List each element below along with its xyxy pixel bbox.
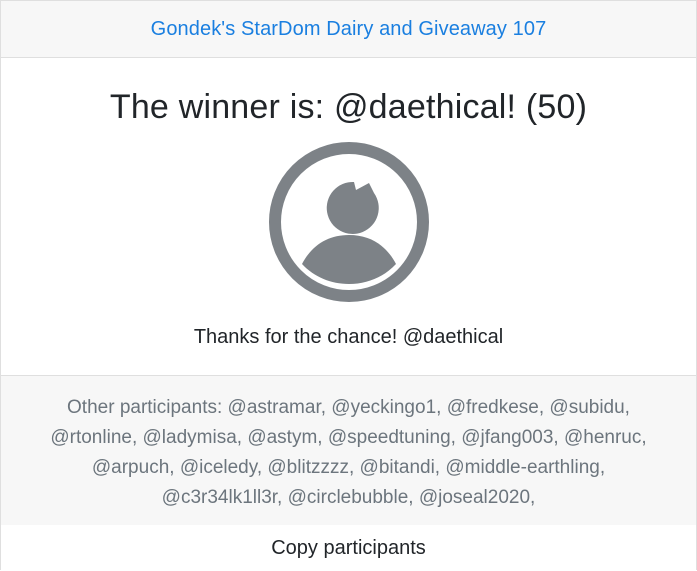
participants-section: Other participants: @astramar, @yeckingo… [1,376,696,525]
giveaway-title-link[interactable]: Gondek's StarDom Dairy and Giveaway 107 [151,18,547,41]
giveaway-card: Gondek's StarDom Dairy and Giveaway 107 … [1,1,696,571]
copy-participants-button[interactable]: Copy participants [261,533,436,564]
user-avatar-icon [268,141,430,303]
winner-comment: Thanks for the chance! @daethical [193,326,504,348]
winner-title: The winner is: @daethical! (50) [109,88,588,126]
participants-list: Other participants: @astramar, @yeckingo… [50,397,647,508]
copy-row: Copy participants [1,525,696,571]
winner-section: The winner is: @daethical! (50) Thanks f… [1,58,696,376]
card-header: Gondek's StarDom Dairy and Giveaway 107 [1,1,696,58]
